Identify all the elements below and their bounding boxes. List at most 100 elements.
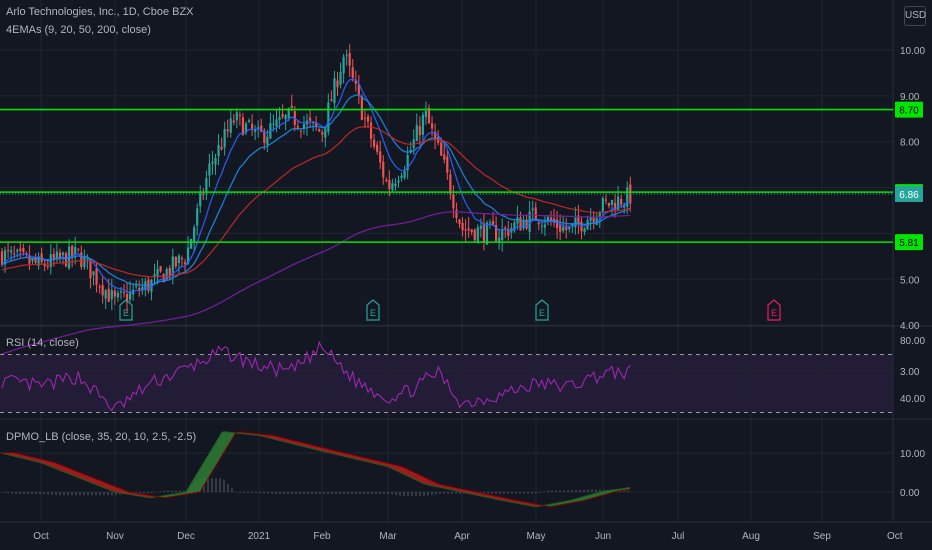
candle-body: [116, 292, 119, 298]
time-axis-tick: Mar: [379, 531, 397, 542]
candle-body: [190, 238, 193, 249]
candle-body: [119, 291, 123, 293]
time-axis-tick: May: [527, 531, 546, 542]
candle-body: [196, 208, 199, 226]
candle-body: [80, 252, 83, 268]
candle-body: [275, 119, 278, 127]
candle-body: [345, 55, 348, 57]
candle-body: [110, 290, 113, 300]
candle-body: [22, 247, 25, 252]
candle-body: [403, 170, 406, 178]
candle-body: [540, 225, 543, 227]
dpmo-pane-label[interactable]: DPMO_LB (close, 35, 20, 10, 2.5, -2.5): [6, 431, 196, 443]
candle-body: [424, 111, 428, 117]
candle-body: [336, 80, 339, 88]
candle-body: [601, 198, 604, 213]
time-axis-tick: Oct: [887, 531, 903, 542]
dpmo-axis-tick: 10.00: [900, 449, 925, 460]
candle-body: [232, 120, 235, 123]
time-axis-tick: Jul: [672, 531, 685, 542]
candle-body: [77, 248, 80, 250]
candle-body: [592, 217, 595, 223]
rsi-pane-label[interactable]: RSI (14, close): [6, 337, 79, 349]
time-axis-tick: Sep: [813, 531, 831, 542]
candle-body: [19, 248, 22, 251]
candle-body: [226, 129, 229, 132]
candle-body: [247, 120, 251, 122]
price-axis-tick: 3.00: [900, 367, 920, 378]
candle-body: [482, 223, 485, 242]
candle-body: [455, 209, 458, 219]
candle-body: [281, 114, 284, 117]
candle-body: [104, 290, 107, 299]
earnings-marker-label: E: [123, 308, 129, 318]
candle-body: [498, 237, 501, 242]
dpmo-fill-seg: [200, 465, 202, 492]
candle-body: [565, 227, 568, 230]
candle-body: [28, 255, 31, 264]
candle-body: [415, 124, 418, 141]
candle-body: [369, 122, 373, 139]
candle-body: [452, 194, 455, 209]
time-axis-tick: Nov: [106, 531, 124, 542]
time-axis-tick: Feb: [313, 531, 331, 542]
candle-body: [397, 180, 400, 183]
candle-body: [589, 217, 592, 221]
candle-body: [180, 258, 184, 260]
ema-indicator-label[interactable]: 4EMAs (9, 20, 50, 200, close): [6, 24, 151, 36]
candle-body: [278, 116, 281, 120]
dpmo-fill-seg: [206, 455, 208, 483]
candle-body: [220, 146, 223, 150]
candle-body: [333, 78, 336, 104]
level-label: 5.81: [899, 238, 919, 249]
dpmo-fill-seg: [218, 435, 220, 463]
price-axis-tick: 8.00: [900, 138, 920, 149]
candle-body: [113, 290, 116, 297]
candle-body: [543, 224, 546, 228]
candle-body: [360, 96, 363, 120]
time-axis-tick: Oct: [33, 531, 49, 542]
currency-button[interactable]: USD: [904, 6, 926, 26]
candle-body: [440, 142, 443, 156]
candle-body: [217, 144, 220, 157]
candle-body: [559, 224, 562, 233]
candle-body: [464, 229, 467, 231]
candle-body: [159, 266, 162, 272]
time-axis-tick: Dec: [177, 531, 195, 542]
candle-body: [46, 266, 49, 268]
price-axis-tick: 4.00: [900, 321, 920, 332]
time-axis-tick: 2021: [248, 531, 271, 542]
candle-body: [430, 123, 434, 129]
time-axis-tick: Jun: [595, 531, 611, 542]
candle-body: [122, 292, 126, 294]
candle-body: [391, 183, 394, 191]
candle-body: [290, 105, 293, 109]
candle-body: [71, 245, 74, 257]
candle-body: [208, 163, 211, 176]
candle-body: [272, 123, 275, 125]
candle-body: [379, 151, 382, 163]
candle-body: [461, 222, 464, 231]
candle-body: [476, 227, 479, 243]
candle-body: [177, 255, 180, 264]
candle-body: [107, 288, 110, 302]
rsi-band-fill: [0, 354, 893, 413]
candle-body: [342, 56, 345, 74]
candle-body: [193, 227, 196, 242]
last-price-label: 6.86: [899, 190, 919, 201]
candle-body: [16, 249, 19, 252]
candle-body: [299, 130, 302, 132]
candle-body: [479, 225, 482, 229]
candle-body: [488, 222, 492, 224]
candle-body: [223, 129, 226, 148]
earnings-marker-label: E: [771, 308, 777, 318]
candle-body: [238, 114, 241, 116]
candle-body: [604, 199, 607, 201]
candle-body: [620, 198, 623, 205]
candle-body: [522, 220, 525, 229]
candle-body: [324, 128, 327, 138]
candle-body: [74, 246, 77, 255]
candle-body: [580, 221, 583, 232]
chart-canvas[interactable]: 8.706.905.816.8610.009.008.005.004.003.0…: [0, 0, 932, 550]
candle-body: [229, 118, 232, 133]
